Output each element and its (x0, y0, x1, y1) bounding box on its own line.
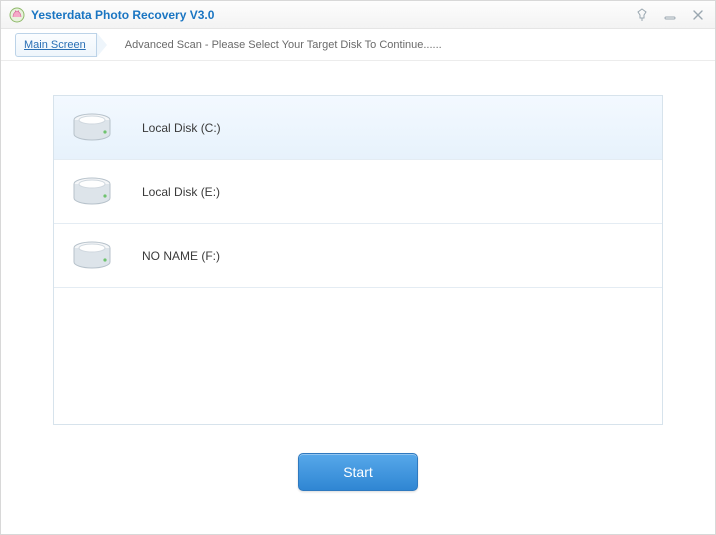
button-bar: Start (53, 453, 663, 491)
disk-label: NO NAME (F:) (142, 249, 220, 263)
window-controls (633, 6, 707, 24)
disk-label: Local Disk (C:) (142, 121, 221, 135)
close-icon (691, 8, 705, 22)
breadcrumb-description: Advanced Scan - Please Select Your Targe… (125, 39, 442, 51)
disk-label: Local Disk (E:) (142, 185, 220, 199)
hard-drive-icon (70, 174, 114, 210)
breadcrumb: Main Screen (15, 33, 107, 57)
disk-row[interactable]: Local Disk (E:) (54, 160, 662, 224)
app-icon (9, 7, 25, 23)
disk-row[interactable]: Local Disk (C:) (54, 96, 662, 160)
disk-list: Local Disk (C:) Local Disk (E:) (53, 95, 663, 425)
hard-drive-icon (70, 110, 114, 146)
breadcrumb-main[interactable]: Main Screen (15, 33, 97, 57)
pin-button[interactable] (633, 6, 651, 24)
app-window: Yesterdata Photo Recovery V3.0 (0, 0, 716, 535)
disk-row[interactable]: NO NAME (F:) (54, 224, 662, 288)
start-button[interactable]: Start (298, 453, 418, 491)
pin-icon (635, 8, 649, 22)
chevron-right-icon (97, 33, 107, 57)
main-area: Local Disk (C:) Local Disk (E:) (1, 61, 715, 534)
minimize-button[interactable] (661, 6, 679, 24)
minimize-icon (663, 8, 677, 22)
titlebar: Yesterdata Photo Recovery V3.0 (1, 1, 715, 29)
breadcrumb-bar: Main Screen Advanced Scan - Please Selec… (1, 29, 715, 61)
close-button[interactable] (689, 6, 707, 24)
window-title: Yesterdata Photo Recovery V3.0 (31, 8, 633, 22)
main-screen-link[interactable]: Main Screen (24, 39, 86, 51)
hard-drive-icon (70, 238, 114, 274)
